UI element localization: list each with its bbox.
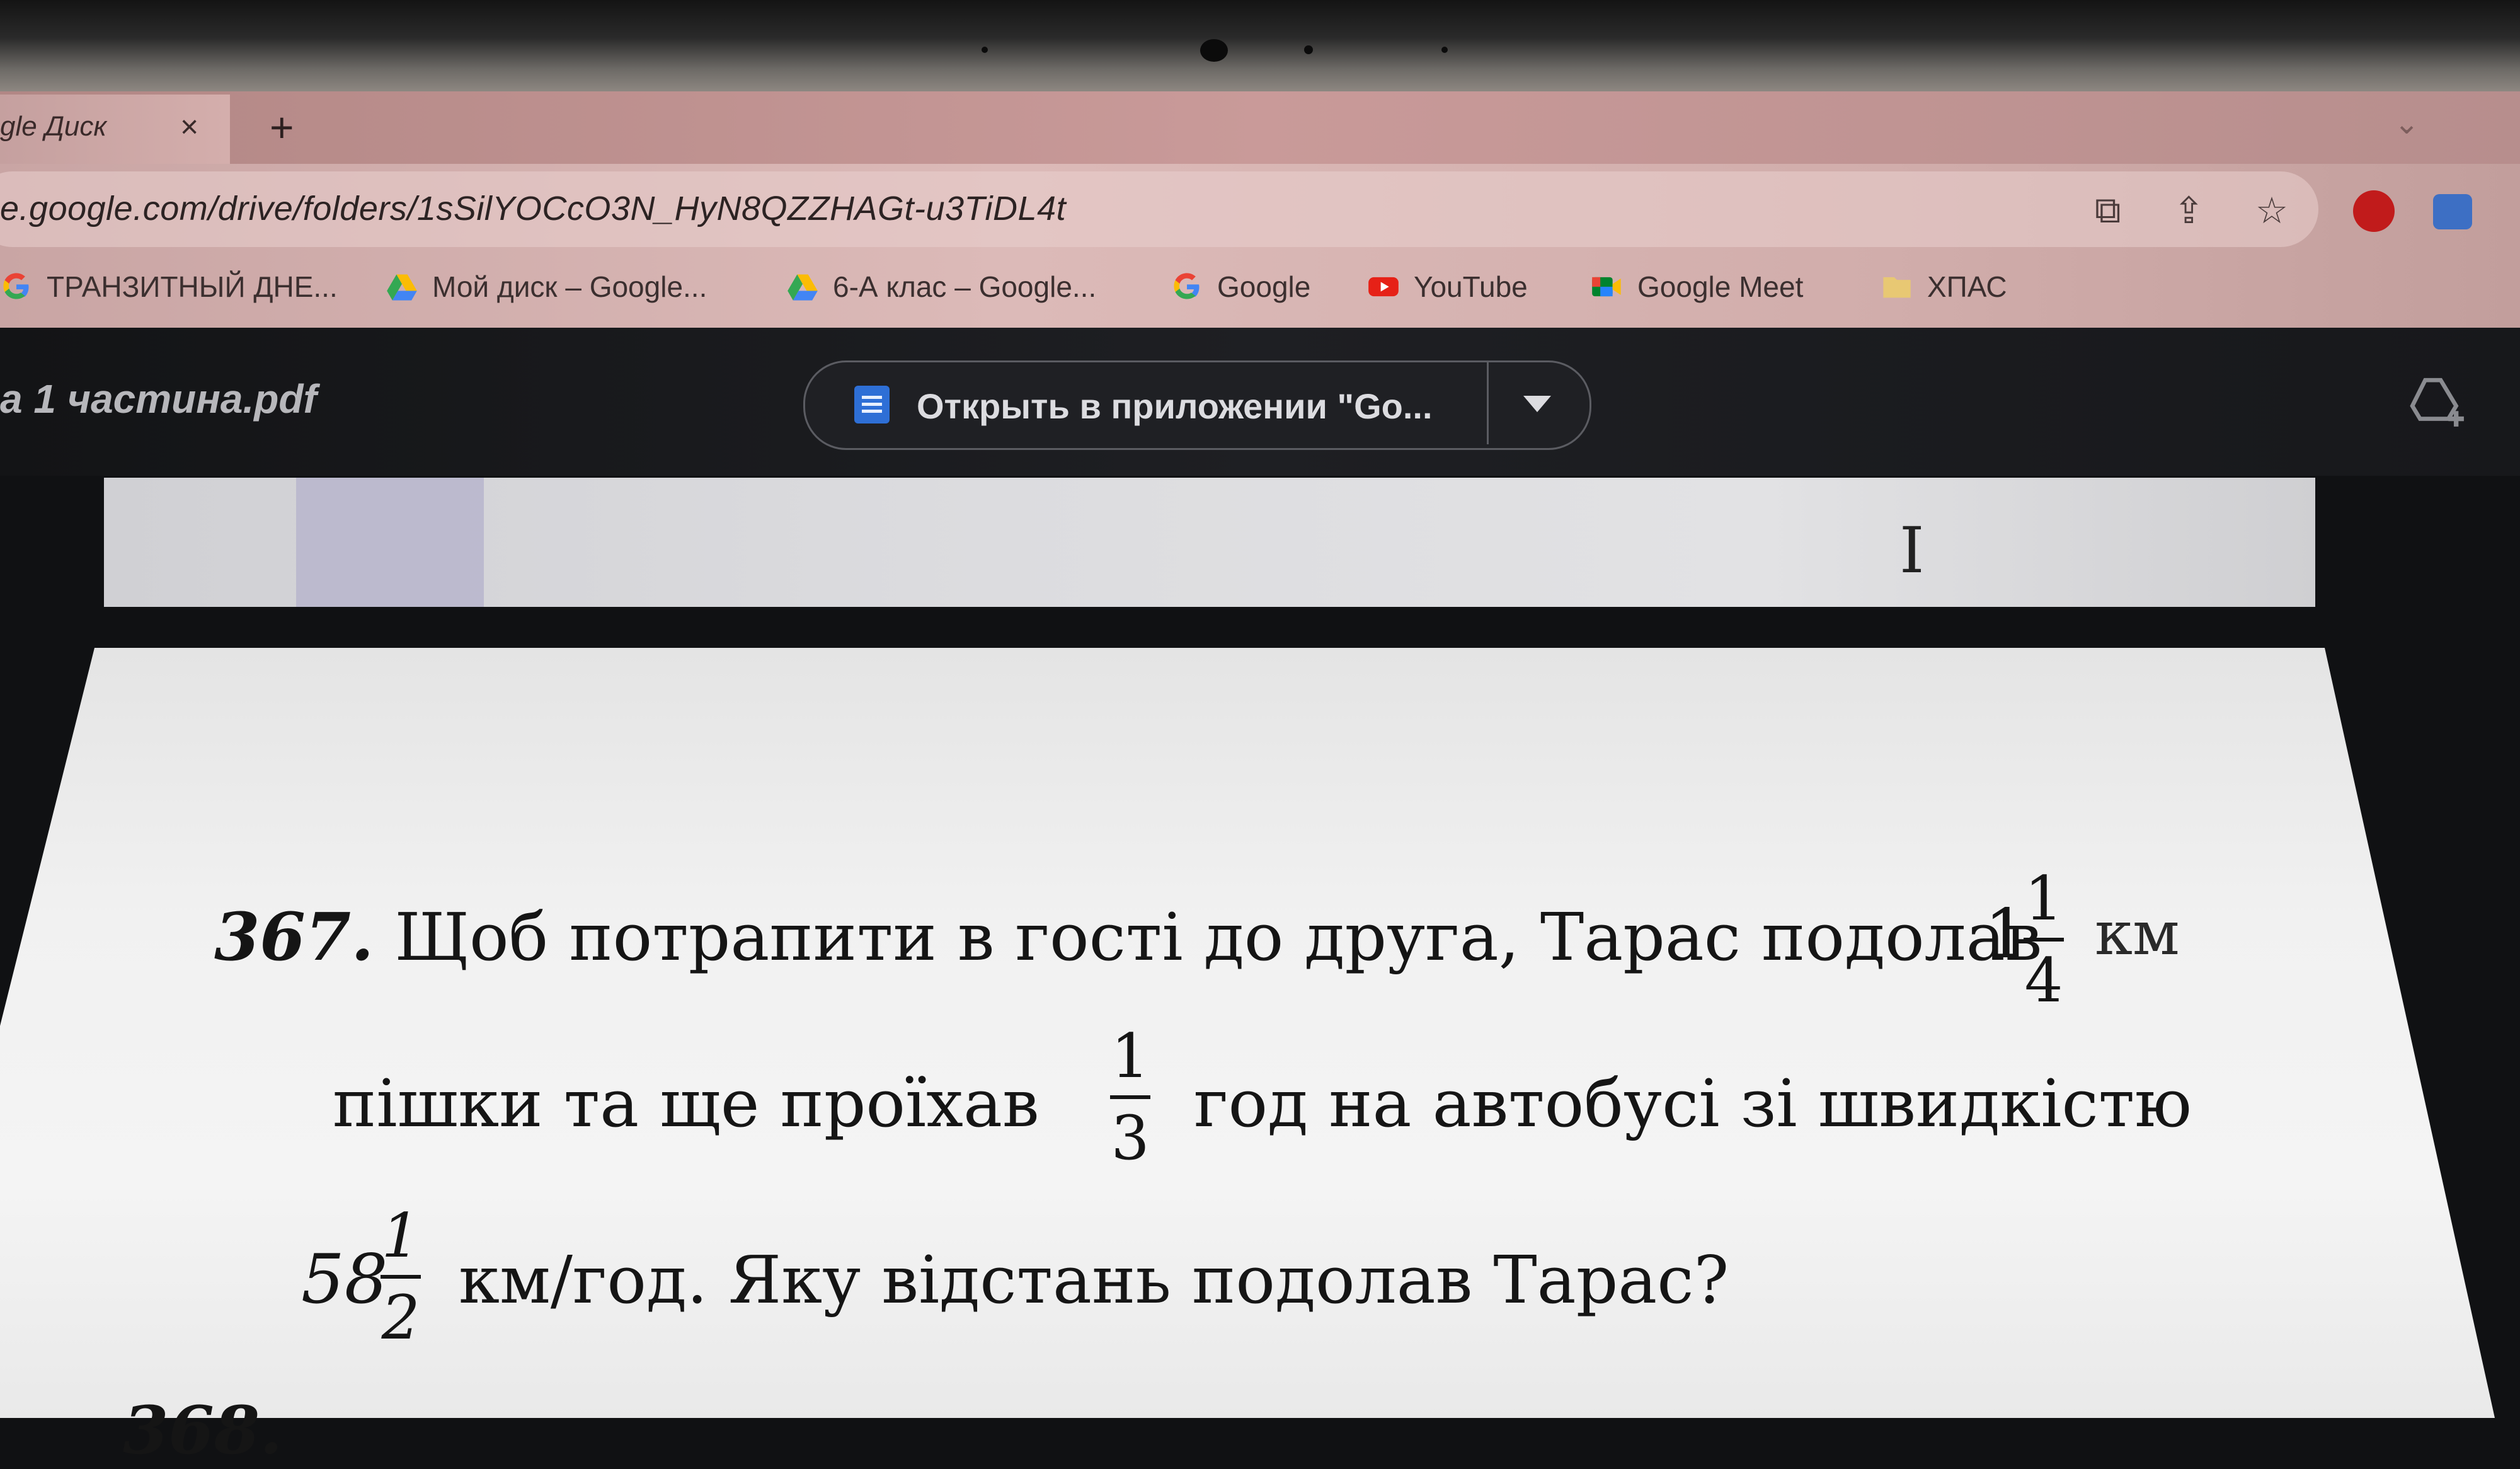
open-with-divider <box>1487 362 1489 444</box>
bookmark-item[interactable]: YouTube <box>1367 268 1528 306</box>
adblock-extension-icon[interactable] <box>2353 190 2395 232</box>
youtube-icon <box>1368 277 1399 297</box>
fraction-numerator: 1 <box>1111 1021 1150 1092</box>
fraction-denominator: 4 <box>2024 945 2063 1016</box>
bookmark-label: ХПАС <box>1927 270 2007 303</box>
fraction-one-half: 1 2 <box>381 1201 421 1353</box>
fraction-denominator: 2 <box>381 1282 420 1353</box>
fraction-bar <box>2024 938 2064 942</box>
open-with-dropdown-icon[interactable] <box>1523 396 1551 412</box>
open-in-new-window-icon[interactable]: ⧉ <box>2095 189 2121 232</box>
google-docs-icon <box>854 386 890 423</box>
camera-lens <box>1200 39 1228 62</box>
tab-title: gle Диск <box>0 111 107 142</box>
google-drive-icon <box>387 274 417 301</box>
file-name: а 1 частина.pdf <box>0 376 317 422</box>
screen-bezel <box>0 0 2520 91</box>
bookmark-item[interactable]: Google Meet <box>1591 268 1803 306</box>
bookmark-label: 6-А клас – Google... <box>833 270 1097 303</box>
tab-strip <box>0 91 2520 164</box>
bookmark-item[interactable]: Google <box>1171 268 1310 306</box>
next-problem-number: 368. <box>123 1391 283 1469</box>
bookmark-label: Google <box>1217 270 1311 303</box>
bookmark-item[interactable]: ТРАНЗИТНЫЙ ДНЕ... <box>0 268 338 306</box>
bookmark-star-icon[interactable]: ☆ <box>2255 189 2288 232</box>
tab-close-icon[interactable]: × <box>180 108 198 145</box>
google-g-icon <box>1174 273 1200 299</box>
fraction-bar <box>1110 1095 1150 1099</box>
google-meet-icon <box>1592 277 1621 297</box>
translate-extension-icon[interactable] <box>2433 194 2472 229</box>
share-icon[interactable]: ⇪ <box>2174 189 2204 232</box>
bookmark-item[interactable]: 6-А клас – Google... <box>786 268 1096 306</box>
problem-line-1: 367. Щоб потрапити в гості до друга, Тар… <box>214 898 2042 976</box>
mixed-number-whole: 1 <box>1984 895 2028 974</box>
fraction-one-quarter: 1 4 <box>2024 863 2064 1016</box>
url-text[interactable]: e.google.com/drive/folders/1sSilYOCcO3N_… <box>0 189 1066 228</box>
new-tab-button[interactable]: + <box>270 103 294 151</box>
bookmark-item[interactable]: Мой диск – Google... <box>386 268 707 306</box>
fraction-numerator: 1 <box>381 1201 420 1271</box>
mixed-number-whole: 58 <box>301 1240 388 1319</box>
folder-icon <box>1883 277 1911 298</box>
problem-line-2b: год на автобусі зі швидкістю <box>1194 1065 2192 1142</box>
bookmark-label: Google Meet <box>1637 270 1804 303</box>
fraction-denominator: 3 <box>1111 1103 1150 1173</box>
bookmark-label: ТРАНЗИТНЫЙ ДНЕ... <box>47 270 338 303</box>
bookmark-label: YouTube <box>1414 270 1528 303</box>
camera-sensor-dot <box>1441 47 1448 53</box>
problem-number: 367. <box>214 898 374 976</box>
problem-line-2a: пішки та ще проїхав <box>333 1065 1040 1142</box>
text-cursor-icon: I <box>1899 514 1925 587</box>
fraction-bar <box>381 1275 421 1279</box>
fraction-numerator: 1 <box>2024 863 2063 934</box>
open-with-label: Открыть в приложении "Go... <box>917 386 1433 426</box>
problem-text-1: Щоб потрапити в гості до друга, Тарас по… <box>394 899 2042 976</box>
problem-line-3: км/год. Яку відстань подолав Тарас? <box>459 1241 1729 1318</box>
bookmark-label: Мой диск – Google... <box>432 270 707 303</box>
tab-search-chevron-icon[interactable]: ⌄ <box>2394 106 2419 141</box>
google-g-icon <box>3 273 29 299</box>
fraction-one-third: 1 3 <box>1110 1021 1150 1173</box>
unit-km: км <box>2095 898 2180 969</box>
add-to-drive-icon[interactable] <box>2407 375 2470 432</box>
page-shading <box>296 478 484 607</box>
camera-sensor-dot <box>1304 45 1313 54</box>
camera-sensor-dot <box>982 47 988 53</box>
bookmark-item[interactable]: ХПАС <box>1881 268 2007 306</box>
google-drive-icon <box>788 274 818 301</box>
